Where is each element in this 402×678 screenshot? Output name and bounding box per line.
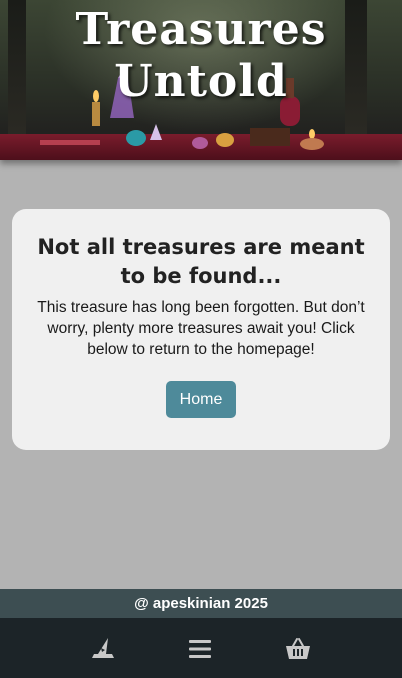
header-banner: Treasures Untold — [0, 0, 402, 160]
menu-icon[interactable] — [187, 636, 213, 662]
site-title-line2: Untold — [114, 56, 288, 107]
not-found-message: This treasure has long been forgotten. B… — [37, 299, 365, 358]
home-button[interactable]: Home — [166, 381, 236, 418]
not-found-card: Not all treasures are meant to be found.… — [12, 209, 390, 450]
site-title[interactable]: Treasures Untold — [0, 4, 402, 108]
basket-icon[interactable] — [285, 636, 311, 662]
bottom-navbar — [0, 618, 402, 678]
not-found-heading: Not all treasures are meant to be found.… — [37, 235, 365, 288]
site-title-line1: Treasures — [75, 4, 327, 55]
copyright-footer: @ apeskinian 2025 — [0, 589, 402, 618]
wizard-hat-icon[interactable] — [90, 636, 116, 662]
